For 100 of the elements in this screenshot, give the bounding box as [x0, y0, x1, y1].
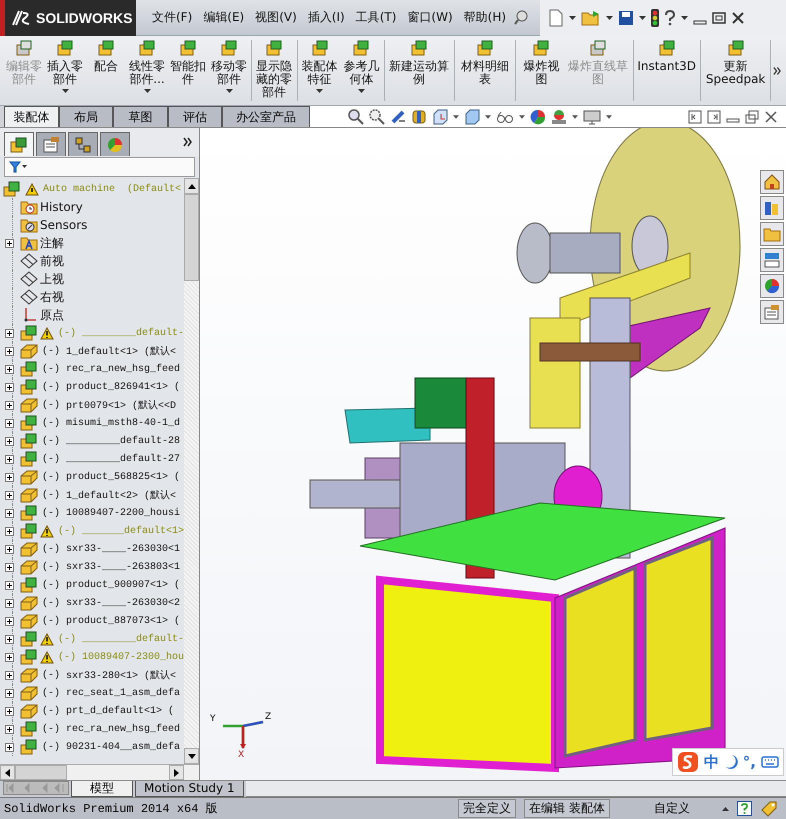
command-button[interactable]: Instant3D: [635, 36, 698, 105]
caret-icon[interactable]: [316, 89, 324, 93]
command-button[interactable]: 参考几何体: [341, 36, 382, 105]
expand-icon[interactable]: [5, 634, 14, 644]
horizontal-scrollbar[interactable]: [0, 764, 199, 780]
caret-icon[interactable]: [569, 16, 576, 20]
tree-item-label[interactable]: 注解: [40, 234, 64, 252]
menu-item[interactable]: 插入(I): [304, 7, 349, 28]
tree-item-label[interactable]: 90231-404__asm_defa: [66, 742, 180, 752]
input-mode-toggle[interactable]: 中: [704, 752, 719, 772]
command-button[interactable]: 显示隐藏的零部件: [254, 36, 295, 105]
command-button[interactable]: 装配体特征: [299, 36, 340, 105]
scroll-right-icon[interactable]: [174, 768, 179, 776]
scene-icon[interactable]: [551, 108, 567, 124]
command-button[interactable]: 更新 Speedpak: [702, 36, 768, 105]
caret-icon[interactable]: [485, 114, 491, 118]
expand-icon[interactable]: [5, 382, 14, 392]
custom-properties-icon[interactable]: [760, 300, 784, 324]
expand-icon[interactable]: [5, 346, 14, 356]
close-icon[interactable]: [764, 110, 778, 124]
expand-icon[interactable]: [5, 454, 14, 464]
caret-icon[interactable]: [519, 114, 525, 118]
caret-icon[interactable]: [144, 89, 150, 93]
panel-tab[interactable]: [4, 132, 34, 156]
tree-item-label[interactable]: product_900907<1> (: [66, 580, 180, 590]
tag-icon[interactable]: [760, 800, 778, 816]
caret-icon[interactable]: [62, 89, 68, 93]
tree-item-label[interactable]: 上视: [40, 270, 64, 288]
vertical-scrollbar[interactable]: [184, 178, 199, 764]
ribbon-tab[interactable]: 草图: [113, 106, 168, 127]
tree-item-label[interactable]: 10089407-2200_housi: [66, 508, 180, 518]
maximize-icon[interactable]: [712, 10, 726, 24]
panel-tab[interactable]: [36, 132, 66, 156]
tree-item-label[interactable]: product_826941<1> (: [66, 382, 180, 392]
zoom-area-icon[interactable]: [369, 108, 385, 124]
view-palette-icon[interactable]: [760, 248, 784, 272]
tree-item-label[interactable]: product_887073<1> (: [66, 616, 180, 626]
expand-icon[interactable]: [5, 706, 14, 716]
help-icon[interactable]: [664, 10, 676, 26]
command-button[interactable]: 线性零部件...: [127, 36, 167, 105]
section-view-icon[interactable]: [411, 108, 427, 124]
command-button[interactable]: 插入零部件: [45, 36, 85, 105]
expand-icon[interactable]: [5, 364, 14, 374]
bottom-tab[interactable]: 模型: [71, 781, 133, 797]
tree-item-label[interactable]: product_568825<1> (: [66, 472, 180, 482]
more-chevron-icon[interactable]: [183, 137, 193, 147]
command-button[interactable]: 配合: [86, 36, 126, 105]
expand-icon[interactable]: [5, 400, 14, 410]
tile-right-icon[interactable]: [707, 110, 721, 124]
tree-item-label[interactable]: sxr33-____-263030<1: [66, 544, 180, 554]
view-orientation-icon[interactable]: [432, 108, 448, 124]
appearance-ball-icon[interactable]: [530, 108, 546, 124]
close-icon[interactable]: [731, 10, 745, 24]
ribbon-tab[interactable]: 布局: [58, 106, 114, 127]
menu-item[interactable]: 窗口(W): [403, 7, 457, 28]
home-icon[interactable]: [760, 170, 784, 194]
expand-icon[interactable]: [5, 238, 14, 248]
scrollbar-thumb[interactable]: [15, 765, 67, 780]
folder-icon[interactable]: [760, 222, 784, 246]
filter-icon[interactable]: [9, 161, 27, 173]
tile-left-icon[interactable]: [688, 110, 702, 124]
cube-icon[interactable]: [464, 108, 480, 124]
expand-icon[interactable]: [5, 508, 14, 518]
tree-item-label[interactable]: 原点: [40, 306, 64, 324]
tree-item-label[interactable]: Sensors: [40, 218, 88, 232]
input-method-logo-icon[interactable]: [676, 751, 699, 773]
expand-icon[interactable]: [5, 742, 14, 752]
expand-icon[interactable]: [5, 418, 14, 428]
expand-icon[interactable]: [5, 436, 14, 446]
ribbon-tab[interactable]: 办公室产品: [222, 106, 310, 127]
tree-item-label[interactable]: sxr33-____-263030<2: [66, 598, 180, 608]
command-button[interactable]: 材料明细表: [456, 36, 514, 105]
scroll-up-icon[interactable]: [188, 184, 196, 188]
tree-item-label[interactable]: prt_d_default<1> (: [66, 706, 174, 716]
tree-item-label[interactable]: misumi_msth8-40-1_d: [66, 418, 180, 428]
tree-item-label[interactable]: 前视: [40, 252, 64, 270]
tree-item-label[interactable]: rec_ra_new_hsg_feed: [66, 364, 180, 374]
open-folder-icon[interactable]: [581, 10, 601, 26]
command-button[interactable]: 新建运动算例: [386, 36, 452, 105]
expand-icon[interactable]: [5, 724, 14, 734]
ribbon-tab[interactable]: 装配体: [4, 106, 59, 127]
caret-icon[interactable]: [226, 89, 232, 93]
tree-item-label[interactable]: 1_default<2> (默认<: [66, 488, 176, 502]
caret-icon[interactable]: [639, 16, 646, 20]
menu-item[interactable]: 帮助(H): [460, 7, 510, 28]
expand-icon[interactable]: [5, 472, 14, 482]
caret-icon[interactable]: [681, 16, 688, 20]
tree-item-label[interactable]: 右视: [40, 288, 64, 306]
save-icon[interactable]: [618, 10, 634, 26]
expand-icon[interactable]: [5, 688, 14, 698]
restore-icon[interactable]: [745, 110, 759, 124]
tree-item-label[interactable]: sxr33-280<1> (默认<: [66, 668, 176, 682]
tree-item-label[interactable]: _________default-28: [66, 436, 180, 446]
expand-icon[interactable]: [5, 616, 14, 626]
library-icon[interactable]: [760, 196, 784, 220]
panel-tab[interactable]: [68, 132, 98, 156]
tree-item-label[interactable]: rec_ra_new_hsg_feed: [66, 724, 180, 734]
command-button[interactable]: 智能扣件: [168, 36, 208, 105]
expand-icon[interactable]: [5, 580, 14, 590]
traffic-light-icon[interactable]: [651, 8, 659, 26]
